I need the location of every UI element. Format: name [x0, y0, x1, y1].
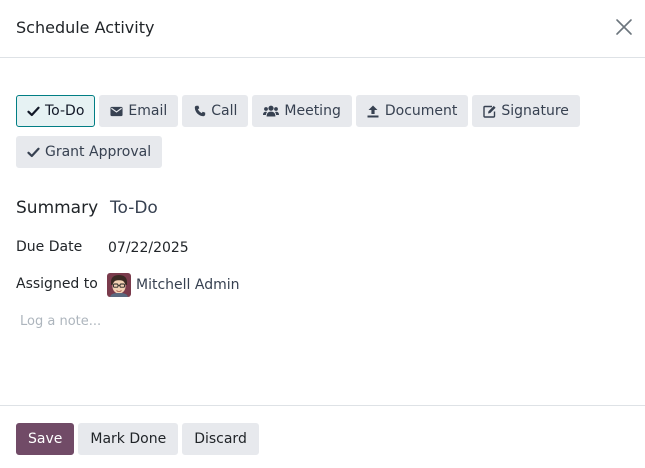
edit-icon [483, 105, 496, 118]
summary-label: Summary [16, 198, 99, 218]
note-input[interactable]: Log a note... [20, 314, 101, 329]
save-button[interactable]: Save [16, 423, 75, 455]
avatar [107, 273, 131, 297]
dialog-footer: Save Mark Done Discard [0, 405, 645, 468]
summary-input[interactable]: To-Do [110, 198, 158, 218]
activity-type-label: Email [128, 103, 168, 119]
activity-type-label: Signature [501, 103, 569, 119]
due-date-label: Due Date [16, 239, 83, 255]
activity-type-label: Grant Approval [45, 144, 152, 160]
activity-type-grant-approval[interactable]: Grant Approval [16, 136, 163, 168]
mark-done-button[interactable]: Mark Done [78, 423, 179, 455]
envelope-icon [110, 105, 123, 118]
users-icon [263, 105, 280, 118]
dialog-header: Schedule Activity [0, 0, 645, 58]
activity-type-document[interactable]: Document [355, 95, 469, 127]
activity-type-todo[interactable]: To-Do [16, 95, 96, 127]
activity-type-email[interactable]: Email [99, 95, 179, 127]
assigned-to-input[interactable]: Mitchell Admin [107, 273, 240, 297]
check-icon [27, 146, 40, 159]
summary-row: Summary To-Do [16, 198, 158, 218]
discard-button[interactable]: Discard [182, 423, 259, 455]
close-button[interactable] [615, 18, 633, 36]
due-date-input[interactable]: 07/22/2025 [108, 240, 189, 256]
dialog-title: Schedule Activity [16, 18, 155, 37]
activity-type-label: To-Do [45, 103, 85, 119]
activity-type-meeting[interactable]: Meeting [252, 95, 352, 127]
assigned-to-label: Assigned to [16, 276, 98, 292]
activity-type-label: Call [211, 103, 238, 119]
assigned-to-name: Mitchell Admin [136, 277, 240, 293]
activity-type-call[interactable]: Call [182, 95, 249, 127]
check-icon [27, 105, 40, 118]
activity-type-signature[interactable]: Signature [472, 95, 580, 127]
upload-icon [367, 105, 380, 118]
activity-type-list: To-Do Email Call Meeting Document Signat… [16, 95, 636, 168]
activity-type-label: Document [384, 103, 458, 119]
phone-icon [193, 105, 206, 118]
close-icon [616, 19, 632, 35]
activity-type-label: Meeting [284, 103, 341, 119]
